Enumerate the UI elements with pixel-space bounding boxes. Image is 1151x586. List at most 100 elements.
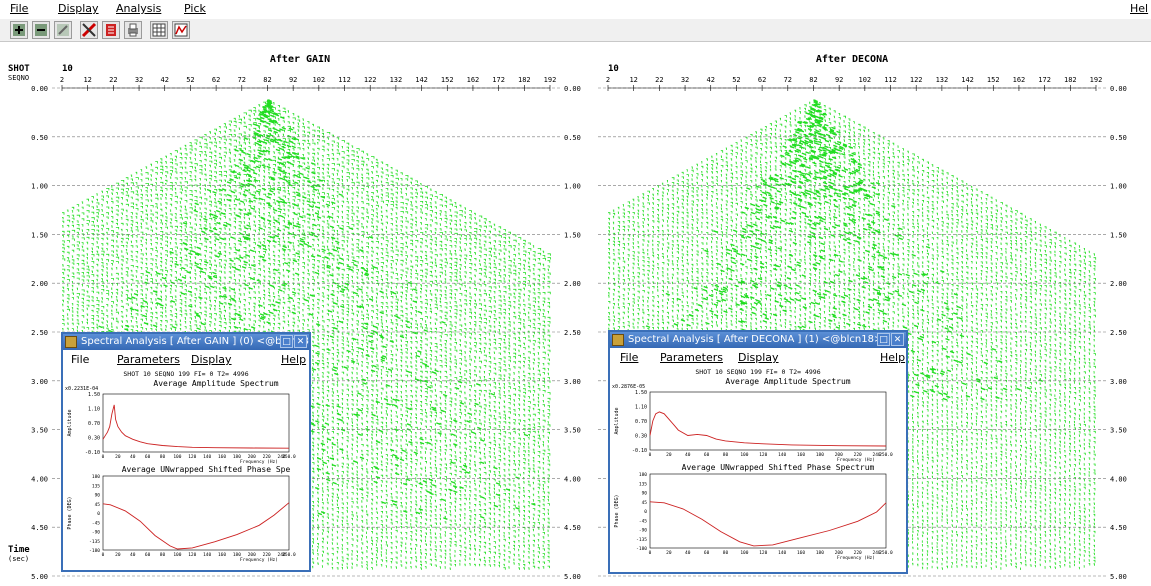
- spectral-right-menu-parameters[interactable]: Parameters: [660, 351, 723, 364]
- seqno-tick-label: 52: [186, 76, 194, 84]
- phase-xtick: 40: [685, 550, 691, 556]
- phase-xtick: 160: [218, 552, 226, 558]
- phase-curve: [102, 502, 290, 550]
- menu-analysis[interactable]: Analysis: [116, 2, 161, 15]
- spectral-left-menu-help[interactable]: Help: [281, 353, 306, 366]
- pick-edit-icon[interactable]: [80, 21, 98, 39]
- menu-help[interactable]: Hel: [1130, 2, 1148, 15]
- seqno-tick-label: 192: [544, 76, 557, 84]
- spectral-left-menu-parameters[interactable]: Parameters: [117, 353, 180, 366]
- time-axis-unit: (sec): [8, 555, 29, 563]
- seqno-tick-label: 182: [1064, 76, 1077, 84]
- amp-axes: [649, 391, 887, 451]
- seqno-tick-label: 172: [1038, 76, 1051, 84]
- amp-xtick: 40: [685, 452, 691, 458]
- time-tick-label: 1.00: [31, 183, 48, 191]
- spectrum-icon[interactable]: [172, 21, 190, 39]
- grid-icon[interactable]: [150, 21, 168, 39]
- amp-curve: [649, 411, 887, 447]
- phase-xtick: 100: [740, 550, 748, 556]
- phase-ytick: 180: [639, 472, 647, 478]
- app-icon: [612, 334, 624, 346]
- seqno-tick-label: 182: [518, 76, 531, 84]
- amp-ytick: 1.10: [88, 407, 100, 413]
- time-tick-label: 0.00: [1110, 85, 1127, 93]
- phase-ytick: -180: [89, 548, 100, 554]
- amp-title: Average Amplitude Spectrum: [153, 379, 278, 388]
- amp-ytick: -0.10: [85, 450, 100, 456]
- phase-ytick: -45: [92, 520, 100, 526]
- maximize-icon[interactable]: □: [280, 335, 293, 348]
- time-axis-label: Time: [8, 544, 30, 555]
- amp-xtick: 80: [160, 454, 166, 460]
- time-tick-label: 4.50: [564, 524, 581, 532]
- spectral-right-menu-help[interactable]: Help: [880, 351, 905, 364]
- zoom-out-icon[interactable]: [32, 21, 50, 39]
- phase-xtick: 250.0: [879, 550, 893, 556]
- phase-xtick: 120: [188, 552, 196, 558]
- phase-axes: [649, 473, 887, 549]
- amp-xtick: 100: [740, 452, 748, 458]
- time-tick-label: 0.00: [564, 85, 581, 93]
- phase-ytick: 90: [95, 493, 101, 499]
- close-icon[interactable]: ✕: [891, 333, 904, 346]
- maximize-icon[interactable]: □: [877, 333, 890, 346]
- seqno-tick-label: 82: [809, 76, 817, 84]
- amp-ytick: 1.50: [635, 390, 647, 396]
- phase-ytick: -90: [639, 528, 647, 534]
- time-tick-label: 1.50: [31, 231, 48, 239]
- zoom-in-icon[interactable]: [10, 21, 28, 39]
- spectral-right-titlebar[interactable]: Spectral Analysis [ After DECONA ] (1) <…: [610, 332, 906, 348]
- time-tick-label: 3.00: [564, 378, 581, 386]
- menu-file[interactable]: File: [10, 2, 28, 15]
- app-icon: [65, 336, 77, 348]
- seqno-tick-label: 122: [910, 76, 923, 84]
- phase-ytick: -90: [92, 530, 100, 536]
- phase-ytick: 180: [92, 474, 100, 480]
- spectral-header: SHOT 10 SEQNO 199 FI= 0 T2= 4996: [695, 368, 820, 376]
- menu-pick[interactable]: Pick: [184, 2, 206, 15]
- seqno-tick-label: 32: [135, 76, 143, 84]
- spectral-right-menu-display[interactable]: Display: [738, 351, 779, 364]
- spectral-left-titlebar[interactable]: Spectral Analysis [ After GAIN ] (0) <@b…: [63, 334, 309, 350]
- spectral-left-plots: SHOT 10 SEQNO 199 FI= 0 T2= 4996Average …: [65, 370, 296, 563]
- spectral-left-menu-file[interactable]: File: [71, 353, 89, 366]
- phase-xtick: 60: [145, 552, 151, 558]
- amp-ytick: 1.50: [88, 392, 100, 398]
- phase-xtick: 20: [115, 552, 121, 558]
- time-tick-label: 0.50: [564, 134, 581, 142]
- time-tick-label: 4.00: [1110, 475, 1127, 483]
- phase-ytick: -180: [636, 546, 647, 552]
- time-tick-label: 1.50: [1110, 231, 1127, 239]
- spectral-left-menubar: File Parameters Display Help: [63, 350, 309, 368]
- amp-xtick: 0: [102, 454, 105, 460]
- phase-xtick: 250.0: [282, 552, 296, 558]
- seqno-tick-label: 142: [961, 76, 974, 84]
- time-tick-label: 2.50: [564, 329, 581, 337]
- spectral-right-menu-file[interactable]: File: [620, 351, 638, 364]
- seqno-tick-label: 132: [936, 76, 949, 84]
- spectral-left-menu-display[interactable]: Display: [191, 353, 232, 366]
- close-icon[interactable]: ✕: [294, 335, 307, 348]
- pick-delete-icon[interactable]: [102, 21, 120, 39]
- toolbar: [0, 19, 1151, 42]
- time-tick-label: 1.00: [564, 183, 581, 191]
- seqno-tick-label: 12: [629, 76, 637, 84]
- phase-ylabel: Phase (DEG): [67, 496, 73, 529]
- spectral-window-left[interactable]: Spectral Analysis [ After GAIN ] (0) <@b…: [61, 332, 311, 572]
- zoom-reset-icon[interactable]: [54, 21, 72, 39]
- menu-display[interactable]: Display: [58, 2, 99, 15]
- print-icon[interactable]: [124, 21, 142, 39]
- seqno-tick-label: 102: [313, 76, 326, 84]
- time-tick-label: 3.00: [31, 378, 48, 386]
- phase-xtick: 160: [797, 550, 805, 556]
- phase-ytick: -135: [89, 539, 100, 545]
- phase-ytick: 90: [642, 491, 648, 497]
- phase-xlabel: Frequency (Hz): [837, 555, 875, 561]
- phase-ytick: -135: [636, 537, 647, 543]
- phase-axes: [102, 475, 290, 551]
- phase-xtick: 80: [160, 552, 166, 558]
- spectral-window-right[interactable]: Spectral Analysis [ After DECONA ] (1) <…: [608, 330, 908, 574]
- amp-xtick: 20: [115, 454, 121, 460]
- spectral-right-plots: SHOT 10 SEQNO 199 FI= 0 T2= 4996Average …: [612, 368, 893, 561]
